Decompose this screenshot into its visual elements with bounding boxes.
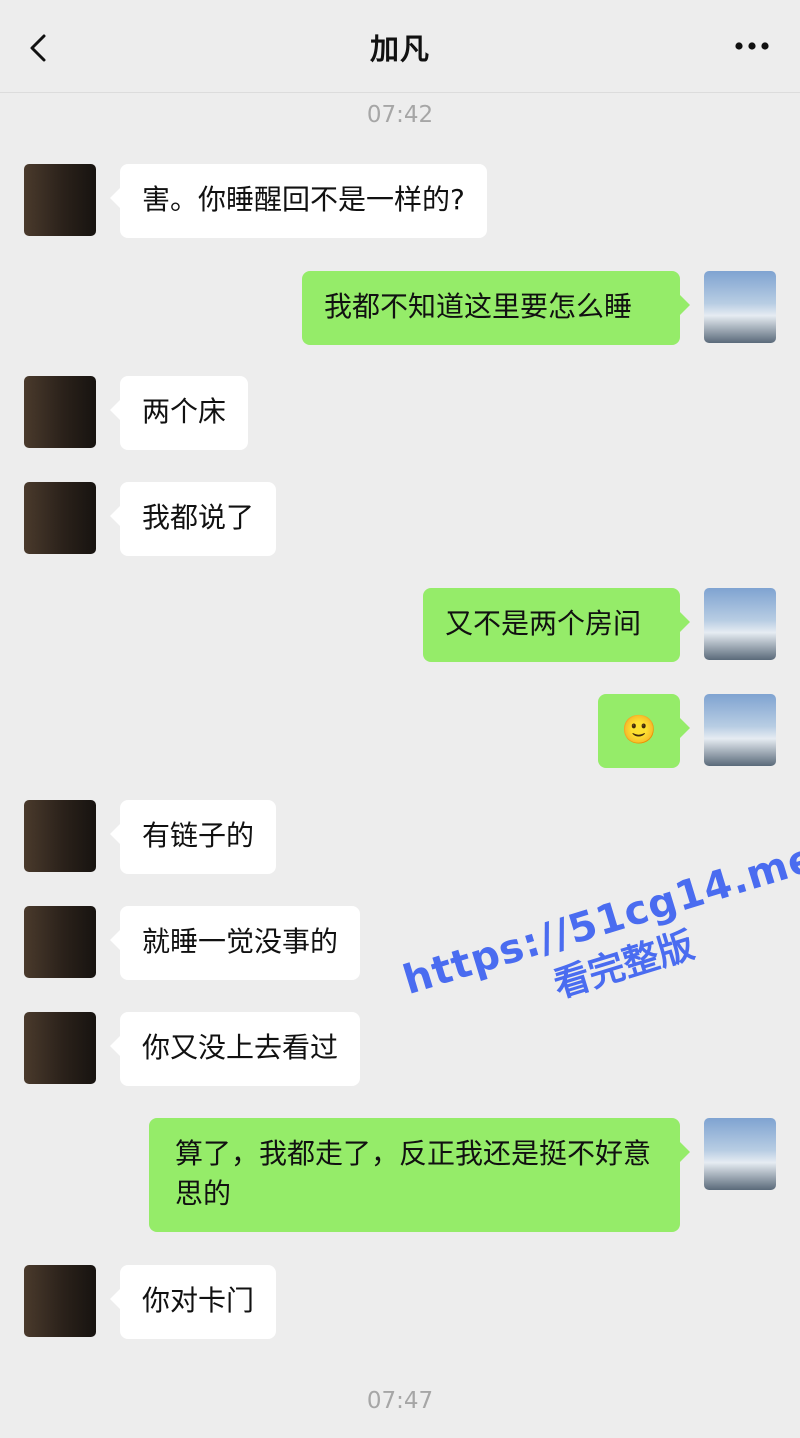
my-avatar[interactable] [704,588,776,660]
my-avatar[interactable] [704,271,776,343]
watermark: https://51cg14.me 看完整版 [398,835,800,1050]
my-avatar[interactable] [704,1118,776,1190]
outgoing-message[interactable]: 算了，我都走了，反正我还是挺不好意思的 [149,1118,690,1232]
my-avatar[interactable] [704,694,776,766]
contact-avatar[interactable] [24,800,96,872]
incoming-message[interactable]: 有链子的 [109,800,277,874]
contact-avatar[interactable] [24,376,96,448]
incoming-message[interactable]: 就睡一觉没事的 [109,906,361,980]
contact-avatar[interactable] [24,164,96,236]
contact-avatar[interactable] [24,1265,96,1337]
incoming-message[interactable]: 害。你睡醒回不是一样的? [110,164,487,238]
incoming-message[interactable]: 我都说了 [109,482,277,556]
incoming-message[interactable]: 两个床 [109,376,249,450]
contact-avatar[interactable] [24,1012,96,1084]
incoming-message[interactable]: 你对卡门 [109,1265,277,1339]
contact-avatar[interactable] [24,906,96,978]
timestamp: 07:47 [366,1388,434,1414]
outgoing-message[interactable]: 我都不知道这里要怎么睡 [302,271,690,345]
outgoing-emoji-message[interactable]: 🙂 [598,694,690,768]
outgoing-message[interactable]: 又不是两个房间 [423,588,690,662]
contact-avatar[interactable] [24,482,96,554]
more-options-icon[interactable] [734,40,770,52]
timestamp: 07:42 [366,102,434,128]
incoming-message[interactable]: 你又没上去看过 [109,1012,361,1086]
chat-title: 加凡 [369,32,430,66]
chat-header: 加凡 [0,0,800,93]
